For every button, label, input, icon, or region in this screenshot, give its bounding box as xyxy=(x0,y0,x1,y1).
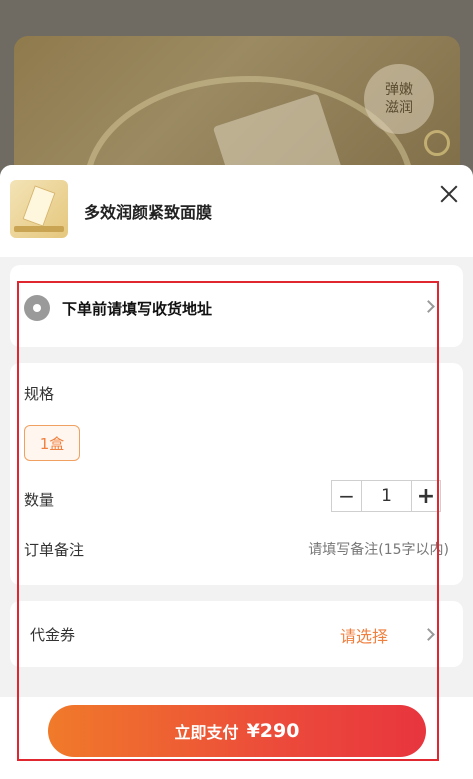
product-title: 多效润颜紧致面膜 xyxy=(84,203,213,222)
feature-badge-line1: 弹嫩 xyxy=(385,82,413,98)
highlight-box xyxy=(17,281,439,761)
decorative-ring xyxy=(424,130,450,156)
sheet-header: 多效润颜紧致面膜 xyxy=(0,165,473,257)
product-thumbnail xyxy=(10,180,68,238)
thumbnail-package xyxy=(22,185,56,227)
close-icon[interactable] xyxy=(436,181,462,207)
feature-badge: 弹嫩 滋润 xyxy=(364,64,434,134)
feature-badge-line2: 滋润 xyxy=(385,100,413,116)
thumbnail-caption xyxy=(14,226,64,232)
